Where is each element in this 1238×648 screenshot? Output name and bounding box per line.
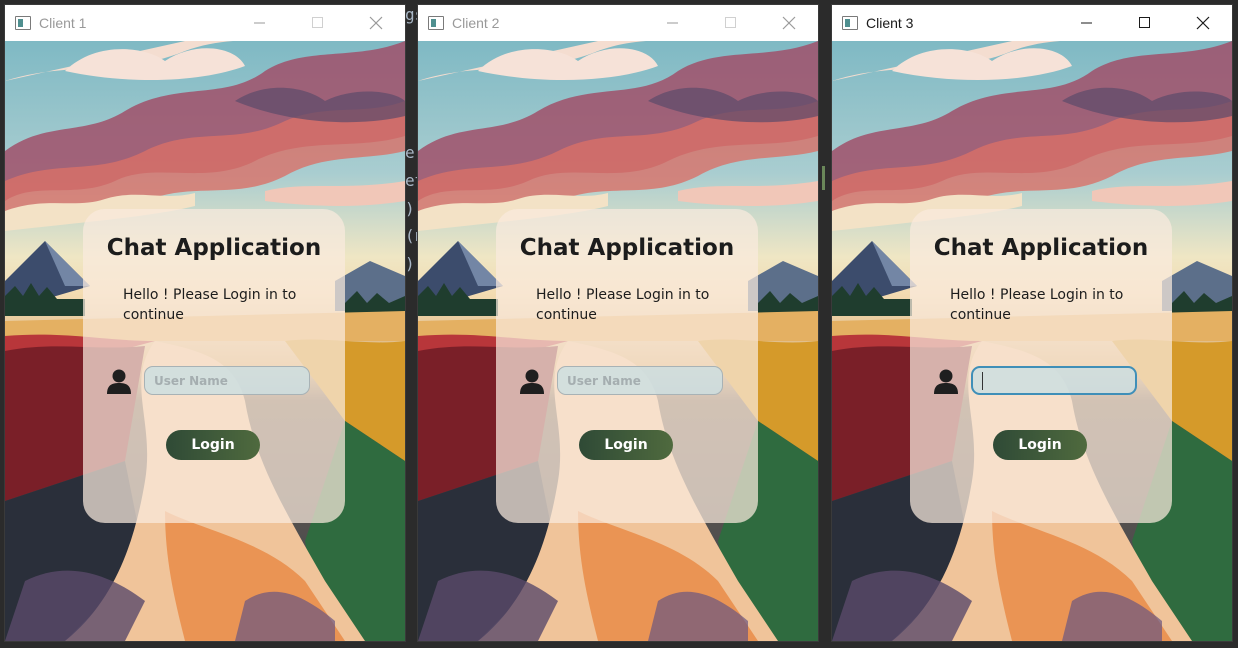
- maximize-button[interactable]: [1116, 5, 1174, 41]
- username-input[interactable]: [971, 366, 1137, 395]
- minimize-button[interactable]: [231, 5, 289, 41]
- minimize-icon: [1081, 22, 1092, 24]
- login-button[interactable]: Login: [579, 430, 673, 460]
- text-caret: [982, 372, 983, 390]
- window-title: Client 1: [39, 15, 87, 31]
- close-button[interactable]: [1174, 5, 1232, 41]
- close-icon: [1196, 16, 1210, 30]
- minimize-icon: [254, 22, 265, 24]
- app-window-icon: [15, 16, 31, 30]
- maximize-icon: [1139, 17, 1150, 28]
- client-window-3: Client 3 Chat Application Hello ! Please…: [832, 5, 1232, 641]
- minimize-button[interactable]: [1058, 5, 1116, 41]
- maximize-button[interactable]: [702, 5, 760, 41]
- app-window-icon: [428, 16, 444, 30]
- client-window-1: Client 1 Chat Application Hello ! Please…: [5, 5, 405, 641]
- login-prompt: Hello ! Please Login in to continue: [123, 287, 297, 323]
- close-button[interactable]: [347, 5, 405, 41]
- app-heading: Chat Application: [933, 235, 1149, 261]
- close-icon: [369, 16, 383, 30]
- client-area: Chat Application Hello ! Please Login in…: [832, 41, 1232, 641]
- close-icon: [782, 16, 796, 30]
- app-heading: Chat Application: [519, 235, 735, 261]
- login-button[interactable]: Login: [993, 430, 1087, 460]
- login-card: Chat Application Hello ! Please Login in…: [83, 209, 345, 523]
- username-input[interactable]: [144, 366, 310, 395]
- app-window-icon: [842, 16, 858, 30]
- maximize-icon: [312, 17, 323, 28]
- ide-background-left: gs e) et ) (n );: [405, 0, 418, 648]
- login-prompt: Hello ! Please Login in to continue: [536, 287, 710, 323]
- app-heading: Chat Application: [106, 235, 322, 261]
- user-icon: [520, 369, 544, 394]
- client-window-2: Client 2 Chat Application Hello ! Please…: [418, 5, 818, 641]
- title-bar[interactable]: Client 3: [832, 5, 1232, 41]
- login-button[interactable]: Login: [166, 430, 260, 460]
- user-icon: [107, 369, 131, 394]
- client-area: Chat Application Hello ! Please Login in…: [418, 41, 818, 641]
- window-title: Client 2: [452, 15, 500, 31]
- maximize-button[interactable]: [289, 5, 347, 41]
- login-prompt: Hello ! Please Login in to continue: [950, 287, 1124, 323]
- ide-background-right: [818, 0, 832, 648]
- minimize-button[interactable]: [644, 5, 702, 41]
- maximize-icon: [725, 17, 736, 28]
- login-card: Chat Application Hello ! Please Login in…: [496, 209, 758, 523]
- minimize-icon: [667, 22, 678, 24]
- close-button[interactable]: [760, 5, 818, 41]
- title-bar[interactable]: Client 2: [418, 5, 818, 41]
- window-title: Client 3: [866, 15, 914, 31]
- title-bar[interactable]: Client 1: [5, 5, 405, 41]
- user-icon: [934, 369, 958, 394]
- username-input[interactable]: [557, 366, 723, 395]
- client-area: Chat Application Hello ! Please Login in…: [5, 41, 405, 641]
- login-card: Chat Application Hello ! Please Login in…: [910, 209, 1172, 523]
